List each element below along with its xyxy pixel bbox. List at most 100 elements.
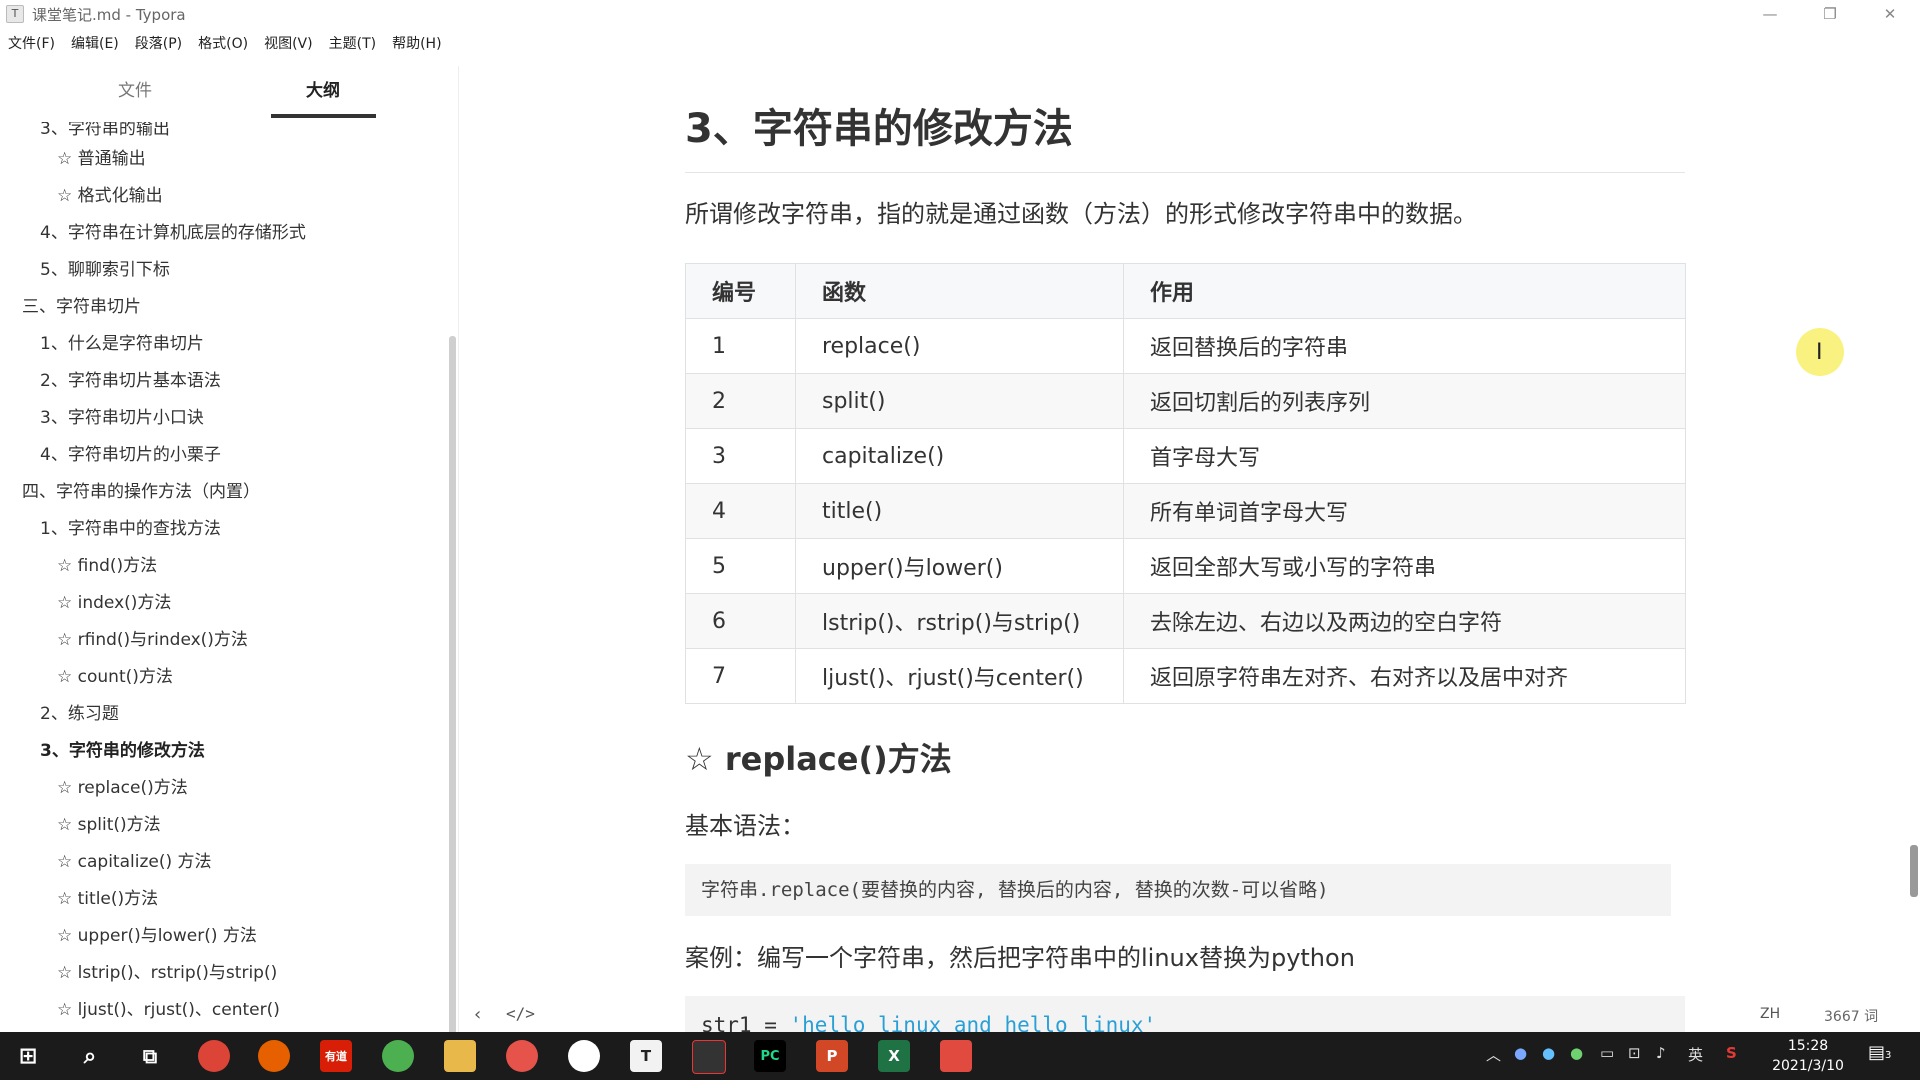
outline-item[interactable]: ☆ ljust()、rjust()、center(): [57, 995, 280, 1020]
menu-view[interactable]: 视图(V): [256, 33, 321, 53]
syntax-label: 基本语法：: [685, 812, 805, 840]
cell-purpose: 返回全部大写或小写的字符串: [1123, 538, 1686, 594]
menu-format[interactable]: 格式(O): [190, 33, 256, 53]
tab-outline[interactable]: 大纲: [306, 76, 340, 101]
title-bar: T 课堂笔记.md - Typora — ❐ ✕: [0, 0, 1920, 28]
source-mode-icon[interactable]: </>: [506, 1004, 535, 1023]
tray-app-icon[interactable]: ●: [1542, 1044, 1555, 1062]
windows-start-icon[interactable]: ⊞: [12, 1040, 44, 1072]
volume-icon[interactable]: ♪: [1656, 1044, 1666, 1062]
outline-item[interactable]: ☆ replace()方法: [57, 773, 188, 798]
table-row: 7 ljust()、rjust()与center() 返回原字符串左对齐、右对齐…: [685, 648, 1686, 704]
outline-item[interactable]: 三、字符串切片: [22, 292, 141, 317]
tray-app-icon[interactable]: ●: [1514, 1044, 1527, 1062]
outline-item[interactable]: 3、字符串切片小口诀: [40, 403, 204, 428]
outline-item-active[interactable]: 3、字符串的修改方法: [40, 736, 205, 761]
app-icon[interactable]: [940, 1040, 972, 1072]
outline-item[interactable]: ☆ index()方法: [57, 588, 171, 613]
outline-item[interactable]: ☆ 格式化输出: [57, 181, 163, 206]
screen-recorder-icon[interactable]: [692, 1040, 726, 1074]
menu-edit[interactable]: 编辑(E): [63, 33, 127, 53]
cell-no: 5: [685, 538, 796, 594]
ime-indicator[interactable]: 英: [1688, 1044, 1703, 1065]
example-label: 案例：编写一个字符串，然后把字符串中的linux替换为python: [685, 944, 1355, 972]
firefox-icon[interactable]: [258, 1040, 290, 1072]
cell-purpose: 首字母大写: [1123, 428, 1686, 484]
youdao-icon[interactable]: 有道: [320, 1040, 352, 1072]
outline-item[interactable]: 5、聊聊索引下标: [40, 255, 170, 280]
menu-help[interactable]: 帮助(H): [384, 33, 449, 53]
sogou-icon[interactable]: S: [1726, 1044, 1737, 1062]
search-icon[interactable]: ⌕: [74, 1040, 106, 1072]
table-row: 3 capitalize() 首字母大写: [685, 428, 1686, 484]
chrome-icon[interactable]: [198, 1040, 230, 1072]
outline-item[interactable]: 1、什么是字符串切片: [40, 329, 204, 354]
outline-item[interactable]: 4、字符串在计算机底层的存储形式: [40, 218, 306, 243]
task-view-icon[interactable]: ⧉: [134, 1040, 166, 1072]
recorder-icon[interactable]: [506, 1040, 538, 1072]
cell-function: replace(): [795, 318, 1124, 374]
word-count[interactable]: 3667 词: [1824, 1006, 1878, 1026]
outline-item[interactable]: ☆ count()方法: [57, 662, 173, 687]
taskbar-clock[interactable]: 15:28 2021/3/10: [1760, 1036, 1856, 1076]
status-bar: ‹ </> ZH 3667 词: [460, 998, 1920, 1032]
outline-item[interactable]: 2、练习题: [40, 699, 119, 724]
cell-function: split(): [795, 373, 1124, 429]
outline-item[interactable]: ☆ title()方法: [57, 884, 158, 909]
minimize-button[interactable]: —: [1740, 0, 1800, 28]
outline-sidebar: 文件 大纲 3、字符串的输出 ☆ 普通输出 ☆ 格式化输出 4、字符串在计算机底…: [0, 66, 459, 1032]
cell-purpose: 返回切割后的列表序列: [1123, 373, 1686, 429]
tray-expand-icon[interactable]: ︿: [1486, 1044, 1501, 1065]
outline-item[interactable]: 2、字符串切片基本语法: [40, 366, 221, 391]
text-cursor-icon: I: [1816, 340, 1823, 365]
outline-item[interactable]: ☆ rfind()与rindex()方法: [57, 625, 248, 650]
sidebar-scrollbar[interactable]: [449, 336, 456, 1032]
cell-no: 1: [685, 318, 796, 374]
outline-item[interactable]: ☆ capitalize() 方法: [57, 847, 212, 872]
editor-area[interactable]: 3、字符串的修改方法 所谓修改字符串，指的就是通过函数（方法）的形式修改字符串中…: [460, 56, 1920, 1032]
outline-item[interactable]: ☆ upper()与lower() 方法: [57, 921, 257, 946]
file-explorer-icon[interactable]: [444, 1040, 476, 1072]
powerpoint-icon[interactable]: P: [816, 1040, 848, 1072]
outline-item[interactable]: ☆ find()方法: [57, 551, 157, 576]
outline-item[interactable]: 四、字符串的操作方法（内置）: [22, 477, 260, 502]
tray-app-icon[interactable]: ●: [1570, 1044, 1583, 1062]
outline-item[interactable]: ☆ lstrip()、rstrip()与strip(): [57, 958, 277, 983]
tab-files[interactable]: 文件: [118, 76, 152, 101]
table-row: 5 upper()与lower() 返回全部大写或小写的字符串: [685, 538, 1686, 594]
outline-item[interactable]: 1、字符串中的查找方法: [40, 514, 221, 539]
cell-no: 7: [685, 648, 796, 704]
table-row: 2 split() 返回切割后的列表序列: [685, 373, 1686, 429]
intro-paragraph: 所谓修改字符串，指的就是通过函数（方法）的形式修改字符串中的数据。: [685, 200, 1477, 228]
notification-center-icon[interactable]: ▤3: [1868, 1042, 1894, 1068]
sidebar-tabs: 文件 大纲: [0, 66, 458, 120]
browser-icon[interactable]: [382, 1040, 414, 1072]
window-controls: — ❐ ✕: [1740, 0, 1920, 28]
typora-icon[interactable]: T: [630, 1040, 662, 1072]
header-function: 函数: [795, 263, 1124, 319]
menu-file[interactable]: 文件(F): [0, 33, 63, 53]
outline-item[interactable]: ☆ split()方法: [57, 810, 161, 835]
cell-purpose: 所有单词首字母大写: [1123, 483, 1686, 539]
cell-no: 2: [685, 373, 796, 429]
active-tab-indicator: [271, 114, 376, 118]
close-button[interactable]: ✕: [1860, 0, 1920, 28]
editor-scrollbar[interactable]: [1910, 845, 1918, 897]
maximize-button[interactable]: ❐: [1800, 0, 1860, 28]
cell-purpose: 返回原字符串左对齐、右对齐以及居中对齐: [1123, 648, 1686, 704]
battery-icon[interactable]: ▭: [1600, 1044, 1614, 1062]
outline-item[interactable]: ☆ 普通输出: [57, 144, 146, 169]
pycharm-icon[interactable]: PC: [754, 1040, 786, 1072]
language-indicator[interactable]: ZH: [1760, 1006, 1780, 1022]
menu-paragraph[interactable]: 段落(P): [127, 33, 190, 53]
typora-app-icon: T: [6, 5, 24, 23]
header-no: 编号: [685, 263, 796, 319]
menu-theme[interactable]: 主题(T): [321, 33, 384, 53]
syntax-code-block[interactable]: 字符串.replace(要替换的内容, 替换后的内容, 替换的次数-可以省略): [685, 864, 1671, 916]
excel-icon[interactable]: X: [878, 1040, 910, 1072]
network-icon[interactable]: ⊡: [1628, 1044, 1641, 1062]
toggle-sidebar-icon[interactable]: ‹: [474, 1004, 481, 1025]
cell-function: lstrip()、rstrip()与strip(): [795, 593, 1124, 649]
clock-app-icon[interactable]: [568, 1040, 600, 1072]
outline-item[interactable]: 4、字符串切片的小栗子: [40, 440, 221, 465]
